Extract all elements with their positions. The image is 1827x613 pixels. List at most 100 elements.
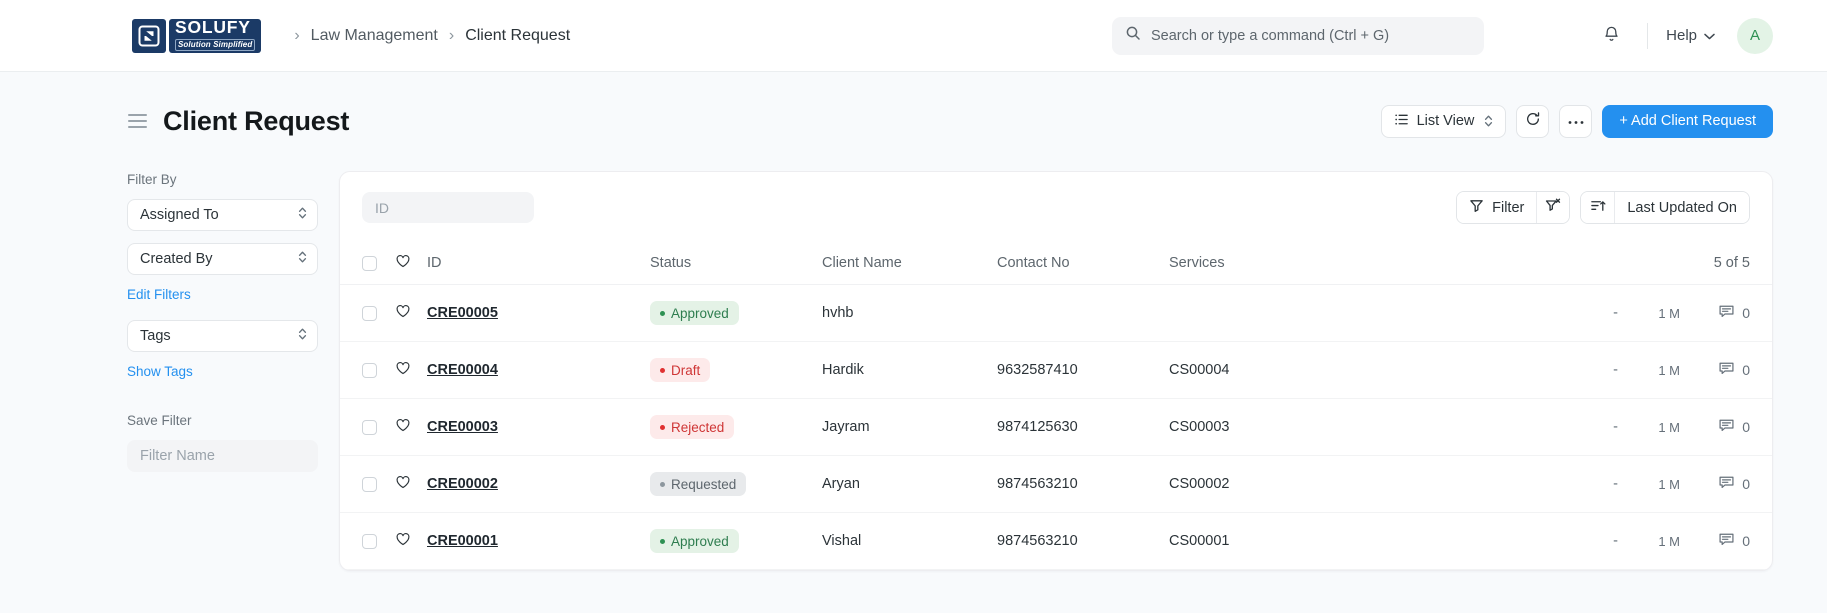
row-checkbox[interactable] — [362, 476, 377, 492]
comment-icon — [1718, 303, 1735, 323]
row-id-link[interactable]: CRE00001 — [427, 533, 498, 549]
sort-direction-button[interactable] — [1581, 192, 1615, 223]
row-services: CS00004 — [1169, 362, 1230, 378]
filter-sidebar: Filter By Assigned To Created By Edit Fi… — [0, 144, 330, 571]
row-id-link[interactable]: CRE00003 — [427, 419, 498, 435]
heart-icon[interactable] — [395, 417, 411, 437]
status-label: Draft — [671, 362, 701, 378]
row-checkbox[interactable] — [362, 419, 377, 435]
row-checkbox[interactable] — [362, 362, 377, 378]
row-checkbox[interactable] — [362, 305, 377, 321]
comment-icon — [1718, 417, 1735, 437]
status-badge: Approved — [650, 301, 739, 325]
row-like-cell — [395, 417, 427, 437]
row-comments-cell[interactable]: 0 — [1680, 417, 1750, 437]
row-contact-no: 9874563210 — [997, 533, 1078, 549]
chevron-right-icon: › — [448, 26, 455, 44]
row-last-modified: 1 M — [1658, 533, 1680, 549]
clear-filter-button[interactable] — [1536, 192, 1570, 223]
row-assigned-to: - — [1613, 476, 1618, 492]
save-filter-label: Save Filter — [127, 413, 192, 428]
page-title: Client Request — [163, 105, 350, 136]
row-status-cell: Draft — [650, 358, 822, 382]
comment-icon — [1718, 360, 1735, 380]
select-all-checkbox[interactable] — [362, 255, 377, 271]
table-row[interactable]: CRE00004 Draft Hardik 9632587410 CS00004… — [340, 342, 1772, 399]
breadcrumb-item-client-request[interactable]: Client Request — [465, 27, 570, 45]
row-client-name: Hardik — [822, 362, 864, 378]
global-search[interactable] — [1112, 16, 1484, 55]
notifications-button[interactable] — [1593, 18, 1629, 54]
table-row[interactable]: CRE00003 Rejected Jayram 9874125630 CS00… — [340, 399, 1772, 456]
chevron-down-icon — [1704, 27, 1715, 44]
column-header-services[interactable]: Services — [1169, 255, 1369, 271]
sort-field-button[interactable]: Last Updated On — [1614, 192, 1749, 223]
add-client-request-button[interactable]: + Add Client Request — [1602, 104, 1773, 138]
heart-icon[interactable] — [395, 360, 411, 380]
filter-button-group: Filter — [1456, 191, 1571, 224]
list-view-switcher[interactable]: List View — [1380, 104, 1507, 138]
column-header-id[interactable]: ID — [427, 255, 650, 271]
row-select-cell — [362, 305, 395, 321]
row-comments-cell[interactable]: 0 — [1680, 303, 1750, 323]
page-header: Client Request List View + Add Client Re… — [0, 72, 1827, 144]
status-label: Rejected — [671, 419, 725, 435]
comment-count: 0 — [1742, 305, 1750, 321]
brand-logo[interactable]: SOLUFY Solution Simplified — [132, 18, 262, 53]
column-header-status[interactable]: Status — [650, 255, 822, 271]
more-options-button[interactable] — [1559, 104, 1593, 138]
edit-filters-link[interactable]: Edit Filters — [127, 287, 330, 302]
filter-tags-select[interactable]: Tags — [127, 320, 318, 352]
sort-button-group: Last Updated On — [1580, 191, 1750, 224]
column-header-client-name[interactable]: Client Name — [822, 255, 997, 271]
row-comments-cell[interactable]: 0 — [1680, 360, 1750, 380]
row-select-cell — [362, 419, 395, 435]
column-header-contact-no[interactable]: Contact No — [997, 255, 1169, 271]
row-client-name: hvhb — [822, 305, 854, 321]
refresh-button[interactable] — [1516, 104, 1550, 138]
row-id-link[interactable]: CRE00005 — [427, 305, 498, 321]
breadcrumb: › Law Management › Client Request — [283, 27, 570, 45]
list-view-label: List View — [1416, 113, 1475, 129]
page-header-actions: List View + Add Client Request — [1380, 104, 1773, 138]
row-checkbox[interactable] — [362, 533, 377, 549]
row-services: CS00001 — [1169, 533, 1230, 549]
row-like-cell — [395, 474, 427, 494]
filter-created-by-label: Created By — [140, 251, 213, 267]
status-dot-icon — [660, 310, 665, 316]
id-filter-input[interactable] — [362, 192, 534, 223]
heart-icon[interactable] — [395, 474, 411, 494]
filter-by-label: Filter By — [127, 172, 177, 187]
filter-assigned-to-select[interactable]: Assigned To — [127, 199, 318, 231]
row-assigned-to: - — [1613, 362, 1618, 378]
table-row[interactable]: CRE00002 Requested Aryan 9874563210 CS00… — [340, 456, 1772, 513]
heart-icon[interactable] — [395, 303, 411, 323]
filter-created-by-select[interactable]: Created By — [127, 243, 318, 275]
list-icon — [1394, 112, 1409, 131]
avatar[interactable]: A — [1737, 17, 1773, 54]
table-row[interactable]: CRE00005 Approved hvhb - 1 M 0 — [340, 285, 1772, 342]
breadcrumb-item-law-management[interactable]: Law Management — [311, 27, 438, 45]
row-id-link[interactable]: CRE00004 — [427, 362, 498, 378]
row-contact-no: 9874125630 — [997, 419, 1078, 435]
row-services: CS00002 — [1169, 476, 1230, 492]
help-menu-button[interactable]: Help — [1666, 27, 1715, 44]
filter-name-input[interactable] — [127, 440, 318, 472]
bell-icon — [1602, 25, 1621, 47]
status-label: Approved — [671, 533, 729, 549]
sidebar-toggle-icon[interactable] — [128, 114, 147, 128]
row-id-link[interactable]: CRE00002 — [427, 476, 498, 492]
show-tags-link[interactable]: Show Tags — [127, 364, 330, 379]
heart-icon[interactable] — [395, 531, 411, 551]
search-input[interactable] — [1151, 27, 1471, 44]
row-client-name: Vishal — [822, 533, 862, 549]
filter-button[interactable]: Filter — [1457, 192, 1537, 223]
row-comments-cell[interactable]: 0 — [1680, 531, 1750, 551]
row-comments-cell[interactable]: 0 — [1680, 474, 1750, 494]
comment-count: 0 — [1742, 533, 1750, 549]
table-row[interactable]: CRE00001 Approved Vishal 9874563210 CS00… — [340, 513, 1772, 570]
row-last-modified: 1 M — [1658, 419, 1680, 435]
table-header-row: ID Status Client Name Contact No Service… — [340, 242, 1772, 285]
row-services: CS00003 — [1169, 419, 1230, 435]
like-header-cell — [395, 253, 427, 273]
